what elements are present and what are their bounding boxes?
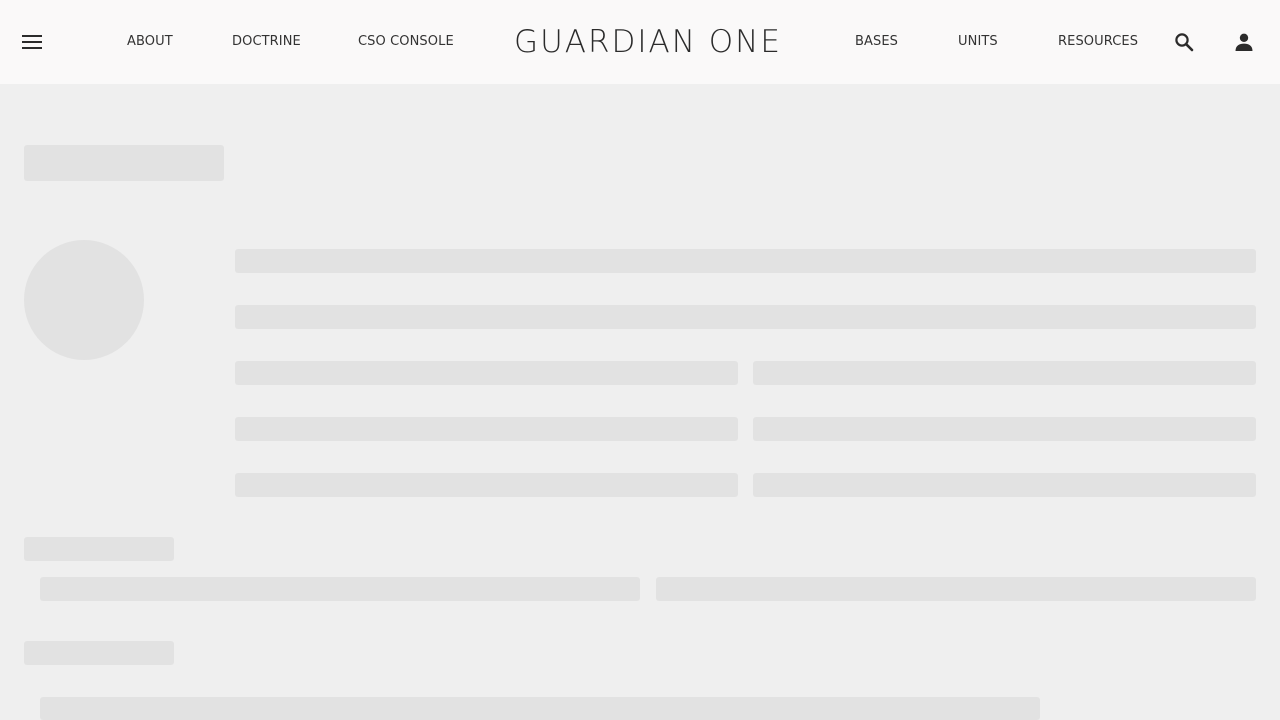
search-icon xyxy=(1175,33,1194,52)
search-button[interactable] xyxy=(1166,24,1202,60)
nav-link-units[interactable]: UNITS xyxy=(958,32,998,52)
skeleton-line xyxy=(235,249,1256,273)
skeleton-avatar xyxy=(24,240,144,360)
nav-link-cso-console[interactable]: CSO CONSOLE xyxy=(358,32,454,52)
skeleton-page-title xyxy=(24,145,224,181)
account-button[interactable] xyxy=(1226,24,1262,60)
skeleton-line xyxy=(235,473,738,497)
nav-link-bases[interactable]: BASES xyxy=(855,32,898,52)
skeleton-line xyxy=(753,473,1256,497)
nav-link-resources[interactable]: RESOURCES xyxy=(1058,32,1138,52)
skeleton-line xyxy=(753,417,1256,441)
hamburger-menu-button[interactable] xyxy=(14,24,50,60)
skeleton-line xyxy=(235,361,738,385)
hamburger-menu-icon xyxy=(22,35,42,49)
skeleton-section-heading xyxy=(24,641,174,665)
nav-link-doctrine[interactable]: DOCTRINE xyxy=(232,32,301,52)
skeleton-line xyxy=(235,417,738,441)
top-navigation-bar: ABOUT DOCTRINE CSO CONSOLE GUARDIAN ONE … xyxy=(0,0,1280,84)
brand-logo[interactable]: GUARDIAN ONE xyxy=(506,22,790,62)
skeleton-line xyxy=(753,361,1256,385)
skeleton-line xyxy=(656,577,1256,601)
skeleton-line xyxy=(40,577,640,601)
nav-link-about[interactable]: ABOUT xyxy=(127,32,173,52)
skeleton-line xyxy=(40,697,1040,720)
person-icon xyxy=(1235,33,1253,51)
skeleton-line xyxy=(235,305,1256,329)
skeleton-section-heading xyxy=(24,537,174,561)
